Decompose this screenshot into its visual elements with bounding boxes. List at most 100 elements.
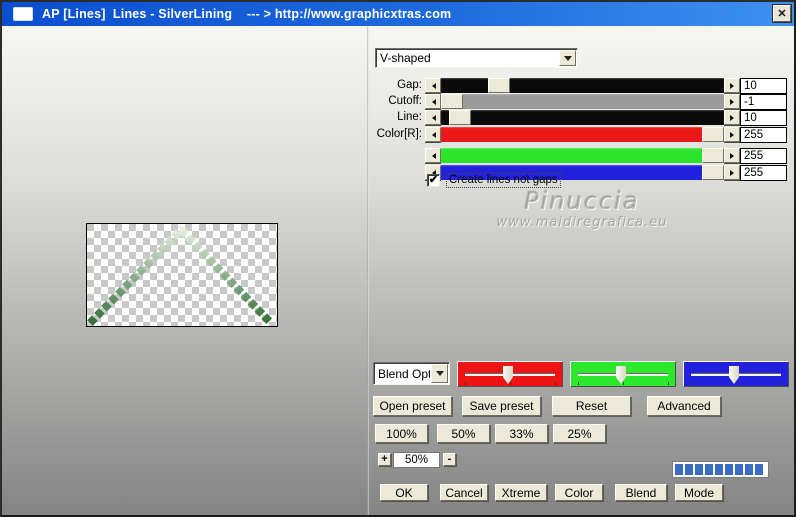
chevron-down-icon[interactable] <box>431 364 448 383</box>
slider-left-arrow-icon[interactable] <box>425 110 441 125</box>
blend-button[interactable]: Blend <box>615 484 667 501</box>
line-slider-row: Line: 10 <box>2 110 794 126</box>
line-slider[interactable] <box>425 110 740 125</box>
green-blend-trackbar[interactable] <box>570 361 676 387</box>
zoom-33-button[interactable]: 33% <box>495 424 548 443</box>
shape-selector[interactable]: V-shaped <box>375 48 578 68</box>
color-button[interactable]: Color <box>555 484 603 501</box>
color-green-slider[interactable] <box>425 148 740 163</box>
zoom-minus-button[interactable]: - <box>443 453 456 466</box>
open-preset-button[interactable]: Open preset <box>373 396 452 416</box>
cutoff-value-field[interactable]: -1 <box>740 94 787 110</box>
trackbar-thumb[interactable] <box>729 366 739 384</box>
color-red-slider[interactable] <box>425 127 740 142</box>
window-title: AP [Lines] Lines - SilverLining --- > ht… <box>42 7 452 21</box>
cancel-button[interactable]: Cancel <box>440 484 488 501</box>
slider-track[interactable] <box>441 94 724 109</box>
line-label: Line: <box>397 111 422 123</box>
color-red-value-field[interactable]: 255 <box>740 127 787 143</box>
trackbar-tick <box>668 382 669 385</box>
progress-segment <box>755 464 763 475</box>
progress-bar <box>672 461 769 478</box>
slider-right-arrow-icon[interactable] <box>724 78 740 93</box>
zoom-plus-button[interactable]: + <box>378 453 391 466</box>
line-value-field[interactable]: 10 <box>740 110 787 126</box>
slider-thumb[interactable] <box>702 165 724 180</box>
trackbar-tick <box>465 382 466 385</box>
zoom-value-field[interactable]: 50% <box>393 452 440 468</box>
cutoff-slider-row: Cutoff: -1 <box>2 94 794 110</box>
create-lines-option: ✔ Create lines not gaps <box>427 173 561 188</box>
effect-preview-image[interactable] <box>86 223 278 327</box>
progress-segment <box>725 464 733 475</box>
zoom-25-button[interactable]: 25% <box>553 424 606 443</box>
slider-track[interactable] <box>441 127 724 142</box>
red-blend-trackbar[interactable] <box>457 361 563 387</box>
slider-track[interactable] <box>441 148 724 163</box>
watermark: Pinuccia www.maidiregrafica.eu <box>442 187 722 230</box>
save-preset-button[interactable]: Save preset <box>462 396 541 416</box>
trackbar-tick <box>555 382 556 385</box>
slider-thumb[interactable] <box>449 110 471 125</box>
window-icon <box>13 7 33 21</box>
zoom-100-button[interactable]: 100% <box>375 424 428 443</box>
slider-left-arrow-icon[interactable] <box>425 148 441 163</box>
blend-selector-value: Blend Opti <box>378 366 430 381</box>
zoom-50-button[interactable]: 50% <box>437 424 490 443</box>
color-blue-slider-row: 255 <box>2 165 794 181</box>
trackbar-tick <box>781 382 782 385</box>
mode-button[interactable]: Mode <box>675 484 723 501</box>
ok-button[interactable]: OK <box>380 484 428 501</box>
slider-right-arrow-icon[interactable] <box>724 94 740 109</box>
slider-right-arrow-icon[interactable] <box>724 148 740 163</box>
slider-track[interactable] <box>441 110 724 125</box>
slider-thumb[interactable] <box>488 78 510 93</box>
color-blue-value-field[interactable]: 255 <box>740 165 787 181</box>
trackbar-thumb[interactable] <box>503 366 513 384</box>
create-lines-label[interactable]: Create lines not gaps <box>446 173 561 188</box>
trackbar-tick <box>578 382 579 385</box>
watermark-site: www.maidiregrafica.eu <box>496 215 668 230</box>
cutoff-slider[interactable] <box>425 94 740 109</box>
gap-slider[interactable] <box>425 78 740 93</box>
slider-track[interactable] <box>441 78 724 93</box>
gap-slider-row: Gap: 10 <box>2 78 794 94</box>
blue-blend-trackbar[interactable] <box>683 361 789 387</box>
color-green-value-field[interactable]: 255 <box>740 148 787 164</box>
plugin-dialog-window: AP [Lines] Lines - SilverLining --- > ht… <box>0 0 796 517</box>
cutoff-label: Cutoff: <box>388 95 422 107</box>
checkmark-icon: ✔ <box>428 174 439 186</box>
trackbar-tick <box>691 382 692 385</box>
progress-segment <box>745 464 753 475</box>
progress-segment <box>735 464 743 475</box>
title-bar[interactable]: AP [Lines] Lines - SilverLining --- > ht… <box>2 2 794 26</box>
slider-thumb[interactable] <box>702 127 724 142</box>
blend-options-selector[interactable]: Blend Opti <box>373 362 450 385</box>
slider-right-arrow-icon[interactable] <box>724 127 740 142</box>
chevron-down-icon[interactable] <box>559 50 576 66</box>
progress-segment <box>715 464 723 475</box>
color-red-slider-row: Color[R]: 255 <box>2 127 794 143</box>
close-icon[interactable]: ✕ <box>773 5 791 22</box>
trackbar-thumb[interactable] <box>616 366 626 384</box>
slider-right-arrow-icon[interactable] <box>724 165 740 180</box>
advanced-button[interactable]: Advanced <box>647 396 721 416</box>
gap-value-field[interactable]: 10 <box>740 78 787 94</box>
trackbar-tick <box>623 382 624 385</box>
progress-segment <box>695 464 703 475</box>
gap-label: Gap: <box>397 79 422 91</box>
create-lines-checkbox[interactable]: ✔ <box>427 174 440 187</box>
progress-segment <box>705 464 713 475</box>
xtreme-button[interactable]: Xtreme <box>495 484 547 501</box>
progress-segment <box>675 464 683 475</box>
slider-thumb[interactable] <box>702 148 724 163</box>
slider-thumb[interactable] <box>441 94 463 109</box>
reset-button[interactable]: Reset <box>552 396 631 416</box>
dialog-client-area: V-shaped Gap: 10 Cutoff: -1 Line: 10 Col… <box>2 26 794 515</box>
trackbar-tick <box>736 382 737 385</box>
slider-left-arrow-icon[interactable] <box>425 78 441 93</box>
slider-left-arrow-icon[interactable] <box>425 127 441 142</box>
slider-left-arrow-icon[interactable] <box>425 94 441 109</box>
color-green-slider-row: 255 <box>2 148 794 164</box>
slider-right-arrow-icon[interactable] <box>724 110 740 125</box>
